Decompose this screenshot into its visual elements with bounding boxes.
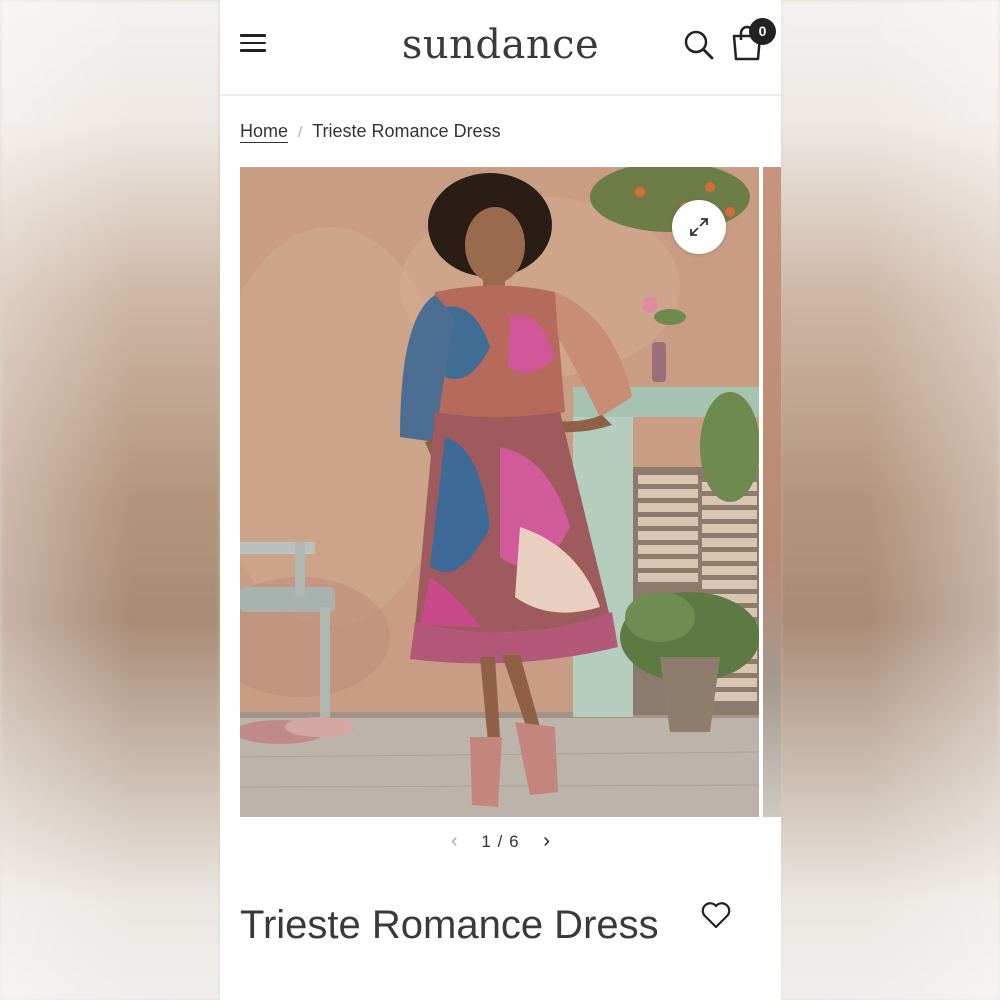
gallery-pagination: ‹ 1 / 6 › (220, 830, 781, 853)
breadcrumb: Home / Trieste Romance Dress (240, 121, 501, 142)
product-gallery[interactable] (240, 167, 781, 817)
current-slide: 1 (481, 831, 492, 851)
expand-icon (690, 218, 708, 236)
product-title: Trieste Romance Dress (240, 903, 659, 947)
breadcrumb-current: Trieste Romance Dress (312, 121, 501, 141)
heart-icon[interactable] (700, 900, 732, 930)
blurred-background-right (780, 0, 1000, 1000)
cart-count-badge: 0 (749, 18, 776, 45)
product-image[interactable] (240, 167, 759, 817)
breadcrumb-home-link[interactable]: Home (240, 121, 288, 141)
chevron-left-icon[interactable]: ‹ (439, 830, 469, 853)
mobile-page: sundance 0 Home / Trieste Romance Dress (220, 0, 781, 1000)
search-icon[interactable] (683, 29, 715, 61)
site-header: sundance 0 (220, 0, 781, 96)
chevron-right-icon[interactable]: › (532, 830, 562, 853)
total-slides: 6 (509, 831, 520, 851)
next-image-peek[interactable] (763, 167, 781, 817)
breadcrumb-separator: / (298, 124, 303, 141)
blurred-background-left (0, 0, 220, 1000)
slide-separator: / (497, 831, 504, 851)
zoom-button[interactable] (672, 200, 726, 254)
